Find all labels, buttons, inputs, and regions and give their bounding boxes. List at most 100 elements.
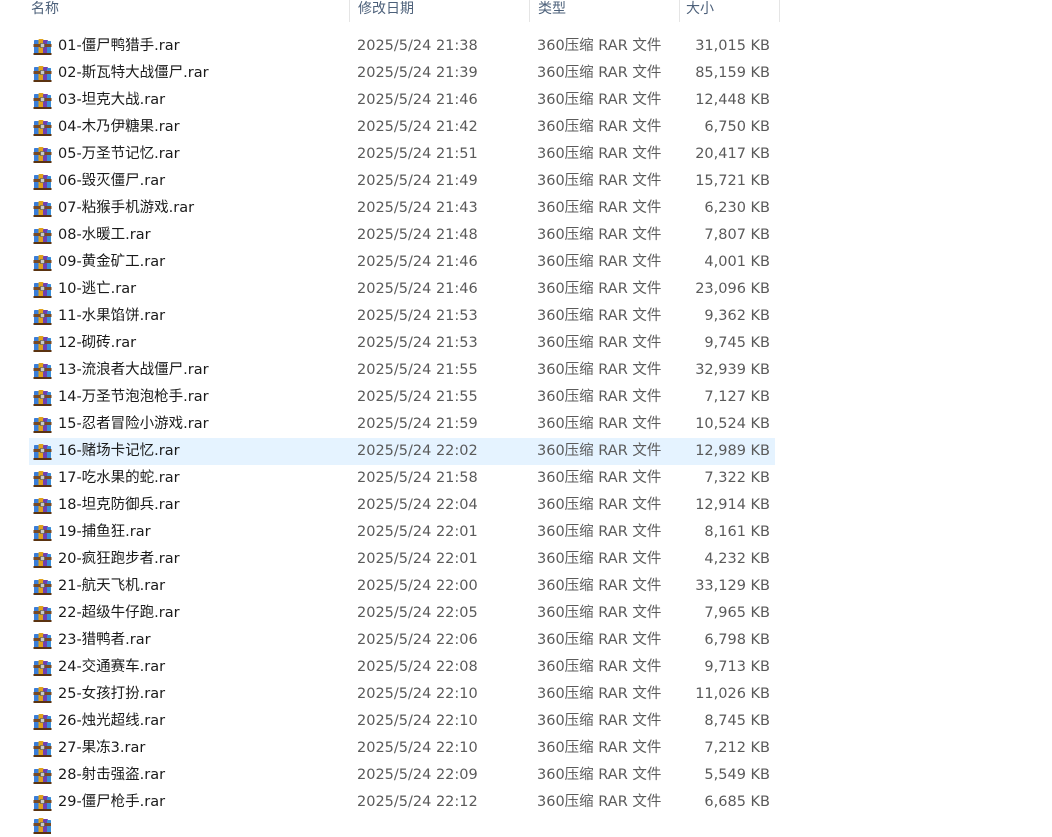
file-row-9[interactable]: 09-黄金矿工.rar 2025/5/24 21:46 360压缩 RAR 文件… — [29, 249, 775, 276]
file-name: 22-超级牛仔跑.rar — [58, 605, 180, 621]
winrar-archive-icon — [33, 37, 53, 55]
file-type: 360压缩 RAR 文件 — [537, 92, 662, 108]
winrar-archive-icon — [33, 91, 53, 109]
winrar-archive-icon — [33, 199, 53, 217]
file-modified-date: 2025/5/24 21:42 — [357, 119, 478, 135]
file-size: 20,417 KB — [695, 146, 770, 162]
file-row-24[interactable]: 24-交通赛车.rar 2025/5/24 22:08 360压缩 RAR 文件… — [29, 654, 775, 681]
file-type: 360压缩 RAR 文件 — [537, 38, 662, 54]
file-row-13[interactable]: 13-流浪者大战僵尸.rar 2025/5/24 21:55 360压缩 RAR… — [29, 357, 775, 384]
file-row-20[interactable]: 20-疯狂跑步者.rar 2025/5/24 22:01 360压缩 RAR 文… — [29, 546, 775, 573]
file-type: 360压缩 RAR 文件 — [537, 389, 662, 405]
file-row-10[interactable]: 10-逃亡.rar 2025/5/24 21:46 360压缩 RAR 文件 2… — [29, 276, 775, 303]
file-modified-date: 2025/5/24 21:53 — [357, 308, 478, 324]
file-size: 33,129 KB — [695, 578, 770, 594]
file-row-17[interactable]: 17-吃水果的蛇.rar 2025/5/24 21:58 360压缩 RAR 文… — [29, 465, 775, 492]
file-row-18[interactable]: 18-坦克防御兵.rar 2025/5/24 22:04 360压缩 RAR 文… — [29, 492, 775, 519]
winrar-archive-icon — [33, 172, 53, 190]
file-name: 11-水果馅饼.rar — [58, 308, 166, 324]
file-modified-date: 2025/5/24 21:51 — [357, 146, 478, 162]
file-modified-date: 2025/5/24 21:46 — [357, 92, 478, 108]
file-row-3[interactable]: 03-坦克大战.rar 2025/5/24 21:46 360压缩 RAR 文件… — [29, 87, 775, 114]
file-row-26[interactable]: 26-烛光超线.rar 2025/5/24 22:10 360压缩 RAR 文件… — [29, 708, 775, 735]
file-row-16[interactable]: 16-赌场卡记忆.rar 2025/5/24 22:02 360压缩 RAR 文… — [29, 438, 775, 465]
file-size: 12,914 KB — [695, 497, 770, 513]
file-size: 5,549 KB — [704, 767, 770, 783]
file-modified-date: 2025/5/24 21:39 — [357, 65, 478, 81]
winrar-archive-icon — [33, 334, 53, 352]
column-header-type[interactable]: 类型 — [530, 0, 680, 22]
file-explorer-list: 名称 修改日期 类型 大小 01-僵尸鸭猎手.rar 2025/5/24 21:… — [0, 0, 1052, 837]
file-type: 360压缩 RAR 文件 — [537, 794, 662, 810]
file-row-27[interactable]: 27-果冻3.rar 2025/5/24 22:10 360压缩 RAR 文件 … — [29, 735, 775, 762]
file-name: 24-交通赛车.rar — [58, 659, 166, 675]
file-modified-date: 2025/5/24 21:38 — [357, 38, 478, 54]
column-header-size[interactable]: 大小 — [680, 0, 780, 22]
file-type: 360压缩 RAR 文件 — [537, 632, 662, 648]
file-row-5[interactable]: 05-万圣节记忆.rar 2025/5/24 21:51 360压缩 RAR 文… — [29, 141, 775, 168]
file-row-8[interactable]: 08-水暖工.rar 2025/5/24 21:48 360压缩 RAR 文件 … — [29, 222, 775, 249]
winrar-archive-icon — [33, 118, 53, 136]
file-name: 21-航天飞机.rar — [58, 578, 166, 594]
winrar-archive-icon — [33, 442, 53, 460]
column-header-name[interactable]: 名称 — [0, 0, 350, 22]
file-modified-date: 2025/5/24 21:53 — [357, 335, 478, 351]
file-modified-date: 2025/5/24 22:09 — [357, 767, 478, 783]
file-row-29[interactable]: 29-僵尸枪手.rar 2025/5/24 22:12 360压缩 RAR 文件… — [29, 789, 775, 816]
file-size: 6,750 KB — [704, 119, 770, 135]
file-modified-date: 2025/5/24 21:46 — [357, 254, 478, 270]
file-size: 11,026 KB — [695, 686, 770, 702]
file-name: 15-忍者冒险小游戏.rar — [58, 416, 209, 432]
winrar-archive-icon — [33, 415, 53, 433]
file-name: 19-捕鱼狂.rar — [58, 524, 151, 540]
file-name: 25-女孩打扮.rar — [58, 686, 166, 702]
file-size: 85,159 KB — [695, 65, 770, 81]
file-size: 23,096 KB — [695, 281, 770, 297]
file-row-12[interactable]: 12-砌砖.rar 2025/5/24 21:53 360压缩 RAR 文件 9… — [29, 330, 775, 357]
winrar-archive-icon — [33, 388, 53, 406]
file-name: 14-万圣节泡泡枪手.rar — [58, 389, 209, 405]
winrar-archive-icon — [33, 496, 53, 514]
file-name: 13-流浪者大战僵尸.rar — [58, 362, 209, 378]
file-name: 17-吃水果的蛇.rar — [58, 470, 180, 486]
winrar-archive-icon — [33, 550, 53, 568]
file-row-22[interactable]: 22-超级牛仔跑.rar 2025/5/24 22:05 360压缩 RAR 文… — [29, 600, 775, 627]
file-size: 7,212 KB — [704, 740, 770, 756]
file-size: 7,965 KB — [704, 605, 770, 621]
file-row-28[interactable]: 28-射击强盗.rar 2025/5/24 22:09 360压缩 RAR 文件… — [29, 762, 775, 789]
column-header-date[interactable]: 修改日期 — [350, 0, 530, 22]
file-type: 360压缩 RAR 文件 — [537, 443, 662, 459]
file-size: 7,322 KB — [704, 470, 770, 486]
file-type: 360压缩 RAR 文件 — [537, 713, 662, 729]
file-name: 16-赌场卡记忆.rar — [58, 443, 180, 459]
file-size: 6,230 KB — [704, 200, 770, 216]
file-modified-date: 2025/5/24 22:01 — [357, 524, 478, 540]
file-row-7[interactable]: 07-粘猴手机游戏.rar 2025/5/24 21:43 360压缩 RAR … — [29, 195, 775, 222]
file-size: 7,127 KB — [704, 389, 770, 405]
file-modified-date: 2025/5/24 22:04 — [357, 497, 478, 513]
file-modified-date: 2025/5/24 21:43 — [357, 200, 478, 216]
winrar-archive-icon — [33, 658, 53, 676]
file-size: 4,001 KB — [704, 254, 770, 270]
file-row-19[interactable]: 19-捕鱼狂.rar 2025/5/24 22:01 360压缩 RAR 文件 … — [29, 519, 775, 546]
file-row-4[interactable]: 04-木乃伊糖果.rar 2025/5/24 21:42 360压缩 RAR 文… — [29, 114, 775, 141]
file-row-23[interactable]: 23-猎鸭者.rar 2025/5/24 22:06 360压缩 RAR 文件 … — [29, 627, 775, 654]
file-type: 360压缩 RAR 文件 — [537, 362, 662, 378]
winrar-archive-icon — [33, 685, 53, 703]
file-row-6[interactable]: 06-毁灭僵尸.rar 2025/5/24 21:49 360压缩 RAR 文件… — [29, 168, 775, 195]
file-name: 03-坦克大战.rar — [58, 92, 166, 108]
file-row-11[interactable]: 11-水果馅饼.rar 2025/5/24 21:53 360压缩 RAR 文件… — [29, 303, 775, 330]
file-row-2[interactable]: 02-斯瓦特大战僵尸.rar 2025/5/24 21:39 360压缩 RAR… — [29, 60, 775, 87]
file-modified-date: 2025/5/24 22:10 — [357, 686, 478, 702]
file-name: 06-毁灭僵尸.rar — [58, 173, 166, 189]
winrar-archive-icon — [33, 64, 53, 82]
file-row-1[interactable]: 01-僵尸鸭猎手.rar 2025/5/24 21:38 360压缩 RAR 文… — [29, 33, 775, 60]
file-type: 360压缩 RAR 文件 — [537, 416, 662, 432]
file-row-25[interactable]: 25-女孩打扮.rar 2025/5/24 22:10 360压缩 RAR 文件… — [29, 681, 775, 708]
file-row-14[interactable]: 14-万圣节泡泡枪手.rar 2025/5/24 21:55 360压缩 RAR… — [29, 384, 775, 411]
winrar-archive-icon — [33, 816, 51, 837]
file-type: 360压缩 RAR 文件 — [537, 335, 662, 351]
file-row-15[interactable]: 15-忍者冒险小游戏.rar 2025/5/24 21:59 360压缩 RAR… — [29, 411, 775, 438]
file-type: 360压缩 RAR 文件 — [537, 470, 662, 486]
file-row-21[interactable]: 21-航天飞机.rar 2025/5/24 22:00 360压缩 RAR 文件… — [29, 573, 775, 600]
